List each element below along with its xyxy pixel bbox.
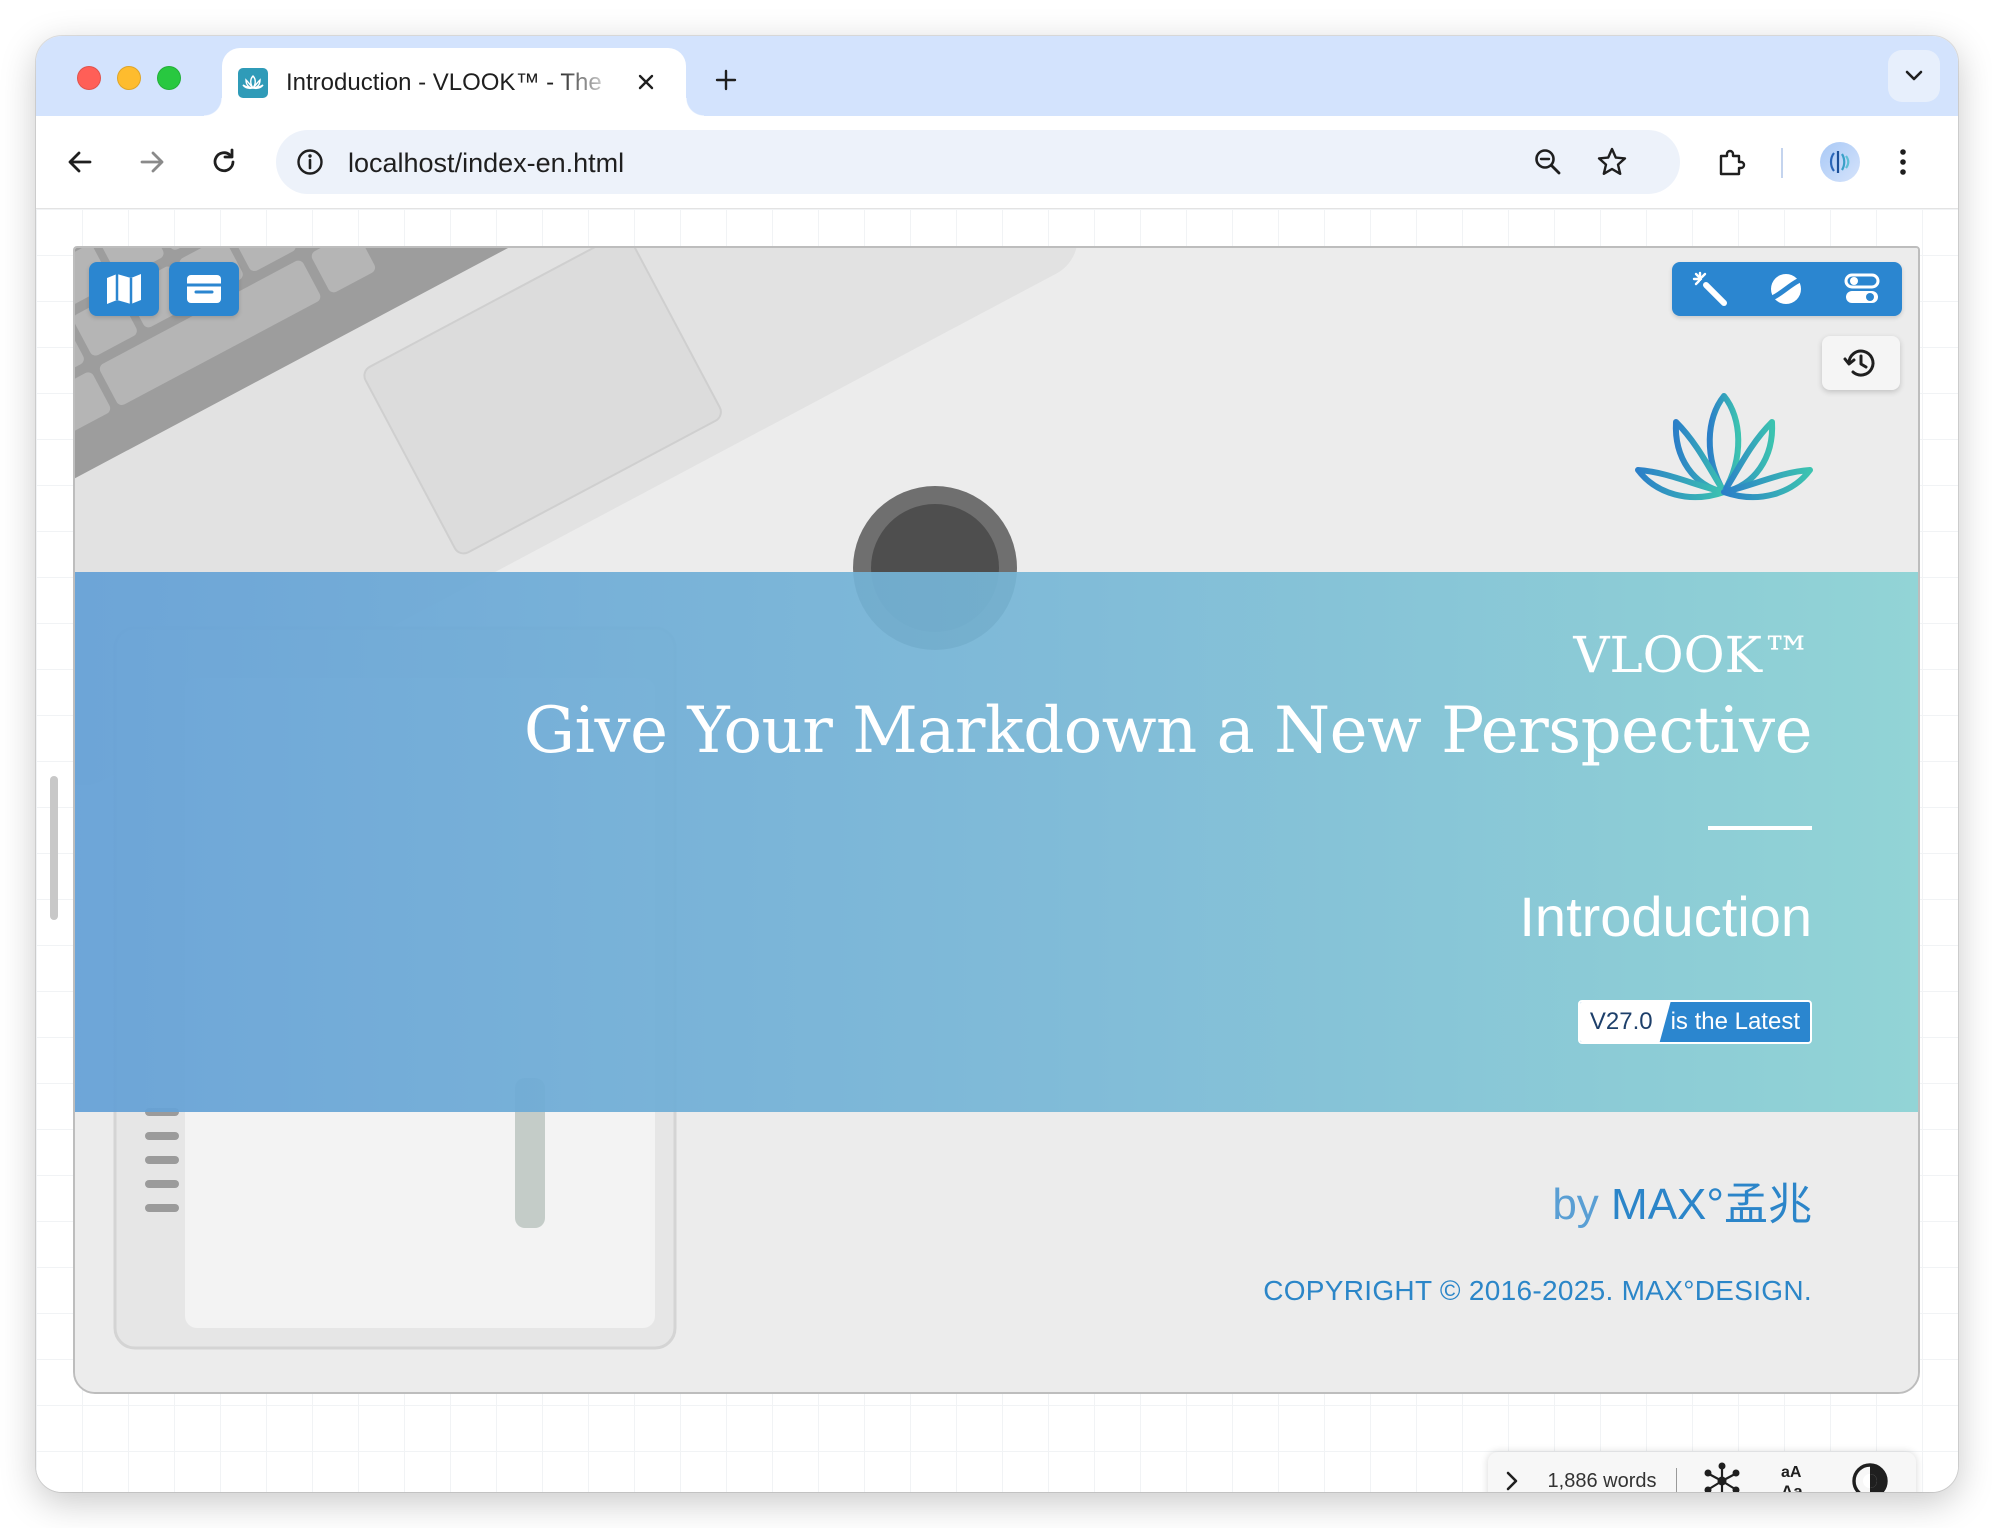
reload-button[interactable]	[198, 136, 250, 188]
reader-toolbar	[1672, 262, 1902, 316]
cover-title-band: VLOOK™ Give Your Markdown a New Perspect…	[75, 572, 1918, 1112]
chevron-right-icon	[1506, 1471, 1518, 1491]
archive-icon	[187, 275, 221, 303]
arrow-left-icon	[68, 151, 92, 173]
magic-wand-icon	[1692, 271, 1727, 306]
status-divider	[1676, 1468, 1677, 1492]
contrast-button[interactable]	[1842, 1452, 1898, 1492]
avatar-icon	[1829, 151, 1850, 173]
address-bar[interactable]: localhost/index-en.html	[276, 130, 1680, 194]
version-status: is the Latest	[1670, 1008, 1800, 1035]
author-byline: by MAX°孟兆	[1552, 1168, 1812, 1232]
copyright-text: COPYRIGHT © 2016-2025. MAX°DESIGN.	[1263, 1275, 1812, 1306]
svg-text:Aa: Aa	[1781, 1482, 1803, 1492]
site-info-icon[interactable]	[288, 140, 332, 184]
tab-strip: Introduction - VLOOK™ - The	[36, 36, 1958, 116]
address-url: localhost/index-en.html	[348, 148, 625, 178]
page-content: VLOOK™ Give Your Markdown a New Perspect…	[36, 209, 1958, 1492]
status-bar: 1,886 words aA Aa	[1488, 1452, 1916, 1492]
new-tab-button[interactable]	[706, 60, 746, 100]
navigation-map-button[interactable]	[89, 262, 159, 316]
author-name[interactable]: MAX°孟兆	[1611, 1180, 1812, 1229]
history-icon	[1843, 349, 1875, 377]
window-close-button[interactable]	[77, 66, 101, 90]
profile-avatar[interactable]	[1820, 142, 1860, 182]
back-button[interactable]	[54, 136, 106, 188]
zoom-icon[interactable]	[1526, 140, 1570, 184]
word-count: 1,886 words	[1547, 1469, 1657, 1492]
section-title: Introduction	[1519, 885, 1812, 948]
version-badge[interactable]: V27.0 is the Latest	[1577, 1000, 1812, 1044]
title-divider	[1708, 826, 1812, 830]
cover-page: VLOOK™ Give Your Markdown a New Perspect…	[73, 246, 1920, 1394]
toolbar-divider	[1781, 148, 1783, 178]
theme-icon	[1771, 274, 1801, 304]
contrast-icon	[1852, 1463, 1888, 1492]
puzzle-icon	[1719, 149, 1746, 176]
font-size-button[interactable]: aA Aa	[1768, 1452, 1824, 1492]
history-button[interactable]	[1822, 336, 1900, 390]
arrow-right-icon	[140, 151, 164, 173]
chevron-down-icon	[1905, 70, 1923, 81]
toggle-settings-icon	[1844, 273, 1880, 303]
reload-icon	[213, 148, 235, 173]
browser-toolbar: localhost/index-en.html	[36, 116, 1958, 209]
expand-status-button[interactable]	[1494, 1452, 1530, 1492]
settings-button[interactable]	[1824, 262, 1900, 316]
tab-search-button[interactable]	[1888, 50, 1940, 102]
tab-title: Introduction - VLOOK™ - The	[286, 69, 602, 96]
extensions-button[interactable]	[1706, 136, 1758, 188]
browser-tab-active[interactable]: Introduction - VLOOK™ - The	[204, 48, 704, 116]
network-icon	[1704, 1462, 1740, 1492]
library-button[interactable]	[169, 262, 239, 316]
close-tab-icon[interactable]	[628, 64, 664, 100]
bookmark-star-icon[interactable]	[1590, 140, 1634, 184]
product-title: VLOOK™	[1573, 626, 1812, 684]
graph-view-button[interactable]	[1694, 1452, 1750, 1492]
window-minimize-button[interactable]	[117, 66, 141, 90]
scrollbar-thumb[interactable]	[50, 776, 58, 920]
byline-prefix: by	[1552, 1180, 1599, 1229]
version-number: V27.0	[1579, 1002, 1671, 1042]
browser-window: Introduction - VLOOK™ - The localhost/in	[36, 36, 1958, 1492]
browser-menu-button[interactable]	[1877, 136, 1929, 188]
more-vert-icon	[1900, 149, 1906, 175]
highlight-button[interactable]	[1672, 262, 1748, 316]
window-maximize-button[interactable]	[157, 66, 181, 90]
forward-button[interactable]	[126, 136, 178, 188]
lotus-logo-icon	[1635, 393, 1813, 501]
svg-text:aA: aA	[1781, 1464, 1802, 1481]
font-size-icon: aAAa	[1781, 1464, 1803, 1492]
theme-button[interactable]	[1748, 262, 1824, 316]
lotus-icon	[238, 68, 268, 98]
map-icon	[107, 274, 141, 304]
tagline: Give Your Markdown a New Perspective	[523, 694, 1813, 768]
